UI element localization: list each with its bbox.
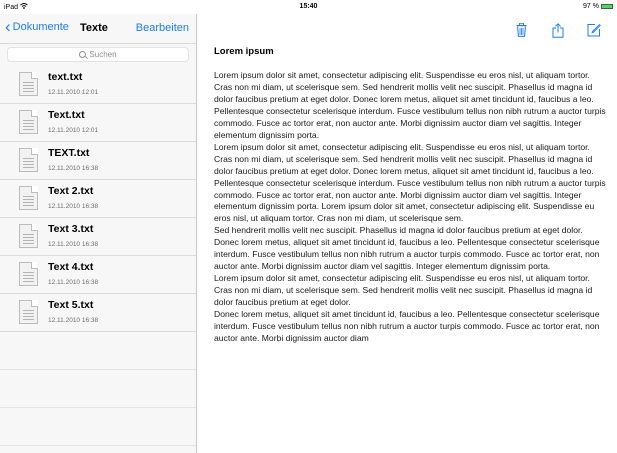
file-date: 12.11.2010 16:38 — [48, 279, 99, 286]
text-document-icon — [19, 186, 38, 210]
search-input[interactable]: Suchen — [7, 47, 189, 62]
share-icon[interactable] — [552, 23, 564, 43]
empty-list-row — [0, 408, 196, 446]
text-document-icon — [19, 300, 38, 324]
file-name: text.txt — [48, 71, 83, 83]
document-toolbar — [198, 14, 617, 44]
search-placeholder: Suchen — [89, 50, 117, 59]
file-date: 12.11.2010 16:38 — [48, 241, 99, 248]
document-pane: Lorem ipsum Lorem ipsum dolor sit amet, … — [198, 14, 617, 453]
back-button[interactable]: ‹ Dokumente — [5, 16, 69, 36]
text-document-icon — [19, 148, 38, 172]
file-name: Text 5.txt — [48, 299, 94, 311]
back-button-label: Dokumente — [12, 21, 69, 33]
file-list-item[interactable]: Text 3.txt 12.11.2010 16:38 — [0, 218, 196, 256]
file-name: Text.txt — [48, 109, 85, 121]
file-list-item[interactable]: TEXT.txt 12.11.2010 16:38 — [0, 142, 196, 180]
compose-icon[interactable] — [587, 23, 601, 42]
search-icon — [79, 51, 87, 58]
empty-list-row — [0, 332, 196, 370]
file-date: 12.11.2010 16:38 — [48, 165, 99, 172]
battery-status: 97 % — [583, 3, 613, 10]
file-name: Text 3.txt — [48, 223, 94, 235]
sidebar-nav-bar: ‹ Dokumente Texte Bearbeiten — [0, 14, 196, 44]
chevron-left-icon: ‹ — [5, 16, 11, 36]
file-list: text.txt 12.11.2010 12:01 Text.txt 12.11… — [0, 66, 196, 446]
file-date: 12.11.2010 12:01 — [48, 89, 99, 96]
edit-button[interactable]: Bearbeiten — [136, 22, 189, 34]
file-name: Text 2.txt — [48, 185, 94, 197]
search-bar: Suchen — [0, 44, 196, 66]
sidebar: ‹ Dokumente Texte Bearbeiten Suchen text… — [0, 14, 197, 453]
file-list-item[interactable]: text.txt 12.11.2010 12:01 — [0, 66, 196, 104]
file-name: Text 4.txt — [48, 261, 94, 273]
text-document-icon — [19, 224, 38, 248]
file-name: TEXT.txt — [48, 147, 90, 159]
text-document-icon — [19, 110, 38, 134]
file-list-item[interactable]: Text 5.txt 12.11.2010 16:38 — [0, 294, 196, 332]
empty-list-row — [0, 370, 196, 408]
battery-icon — [601, 4, 613, 9]
file-date: 12.11.2010 16:38 — [48, 317, 99, 324]
battery-percent: 97 % — [583, 3, 599, 10]
file-date: 12.11.2010 12:01 — [48, 127, 99, 134]
battery-fill — [602, 5, 612, 8]
document-text[interactable]: Lorem ipsum dolor sit amet, consectetur … — [214, 70, 606, 450]
file-list-item[interactable]: Text 2.txt 12.11.2010 16:38 — [0, 180, 196, 218]
document-title: Lorem ipsum — [214, 46, 274, 57]
sidebar-title: Texte — [80, 22, 108, 34]
file-date: 12.11.2010 16:38 — [48, 203, 99, 210]
text-document-icon — [19, 262, 38, 286]
status-bar: iPad 15:40 97 % — [0, 0, 617, 14]
text-document-icon — [19, 72, 38, 96]
file-list-item[interactable]: Text 4.txt 12.11.2010 16:38 — [0, 256, 196, 294]
file-list-item[interactable]: Text.txt 12.11.2010 12:01 — [0, 104, 196, 142]
trash-icon[interactable] — [516, 22, 527, 42]
status-time: 15:40 — [299, 3, 318, 10]
